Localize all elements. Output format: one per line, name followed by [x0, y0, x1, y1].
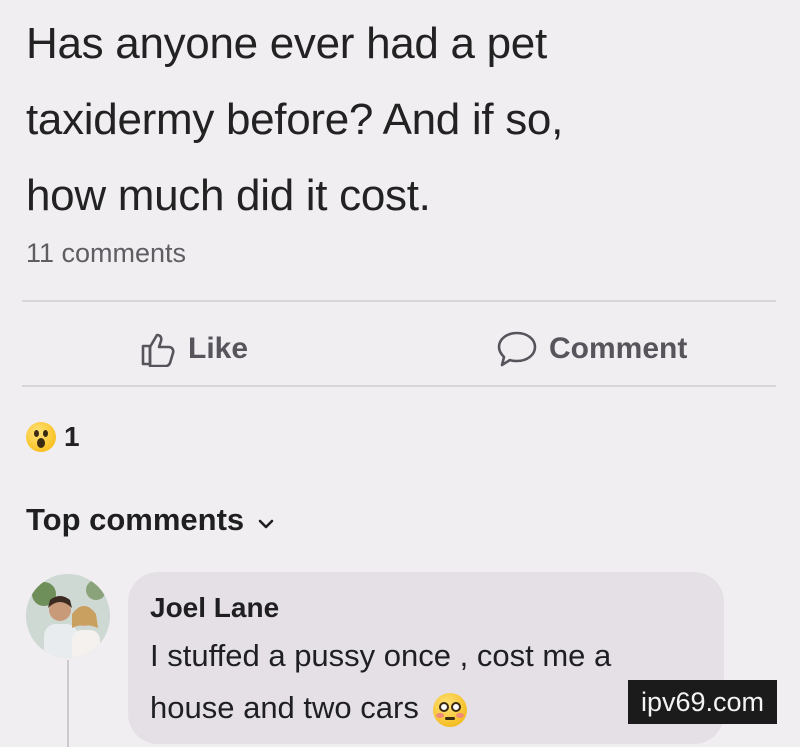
comment-author[interactable]: Joel Lane: [150, 592, 279, 624]
comment-button[interactable]: Comment: [497, 328, 687, 370]
comment-label: Comment: [549, 332, 688, 365]
speech-bubble-icon: [497, 330, 539, 368]
flushed-emoji-icon: [433, 692, 468, 727]
post-text-line-2: taxidermy before? And if so,: [26, 95, 564, 144]
thumbs-up-icon: [140, 331, 178, 367]
divider-top: [22, 300, 776, 302]
top-comments-dropdown[interactable]: Top comments: [26, 502, 274, 538]
like-button[interactable]: Like: [140, 328, 248, 370]
avatar[interactable]: [26, 574, 110, 658]
divider-bottom: [22, 385, 776, 387]
post-text-line-3: how much did it cost.: [26, 171, 431, 220]
comment-body: I stuffed a pussy once , cost me a house…: [150, 630, 710, 734]
comment-line-2-text: house and two cars: [150, 690, 419, 725]
reaction-count: 1: [64, 421, 80, 452]
comment-count[interactable]: 11 comments: [26, 238, 186, 269]
wow-emoji-icon: [26, 422, 56, 452]
post-text-line-1: Has anyone ever had a pet: [26, 19, 547, 68]
post-text: Has anyone ever had a pet taxidermy befo…: [26, 6, 766, 234]
comment-line-2: house and two cars: [150, 682, 710, 734]
watermark: ipv69.com: [628, 680, 777, 724]
chevron-down-icon: [258, 502, 274, 538]
like-label: Like: [188, 332, 249, 365]
reaction-summary[interactable]: 1: [26, 421, 80, 453]
thread-line: [67, 660, 69, 747]
top-comments-label: Top comments: [26, 502, 245, 537]
comment-line-1: I stuffed a pussy once , cost me a: [150, 638, 612, 673]
